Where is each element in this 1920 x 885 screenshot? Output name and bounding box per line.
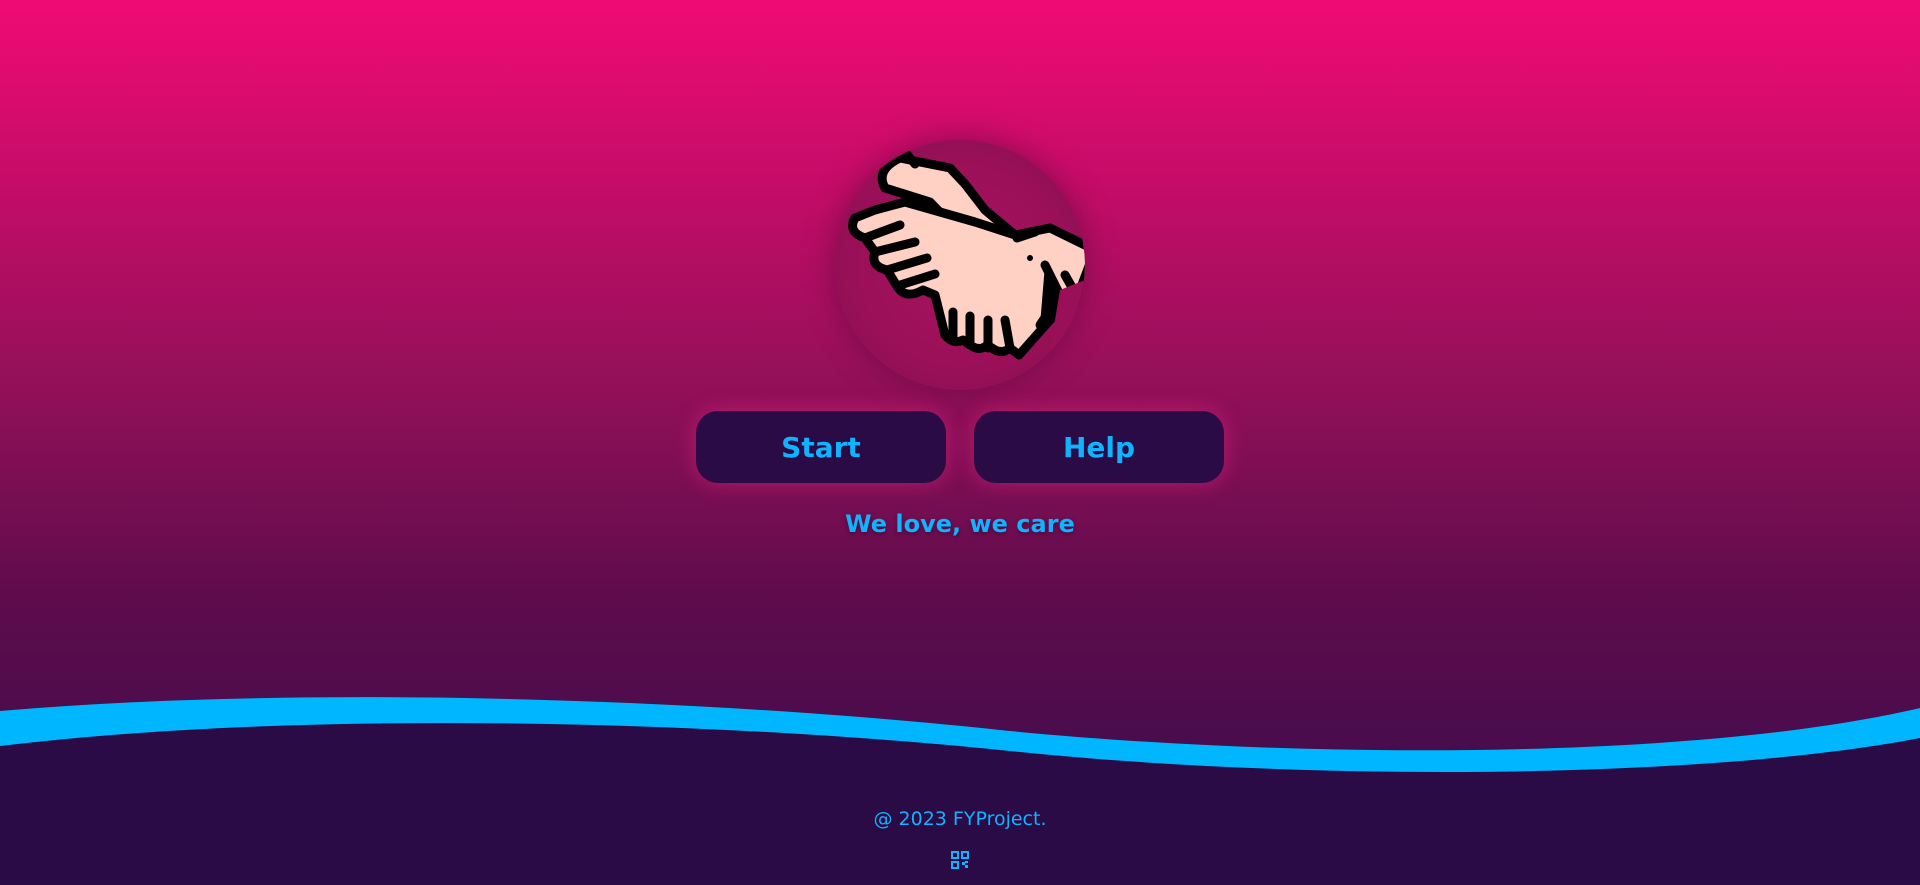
start-button[interactable]: Start (696, 411, 946, 483)
tagline: We love, we care (845, 510, 1075, 538)
footer-copyright: @ 2023 FYProject. (873, 808, 1047, 830)
qr-code-icon[interactable] (951, 851, 969, 869)
help-button[interactable]: Help (974, 411, 1224, 483)
handshake-icon (835, 140, 1085, 360)
handshake-logo (835, 140, 1085, 390)
